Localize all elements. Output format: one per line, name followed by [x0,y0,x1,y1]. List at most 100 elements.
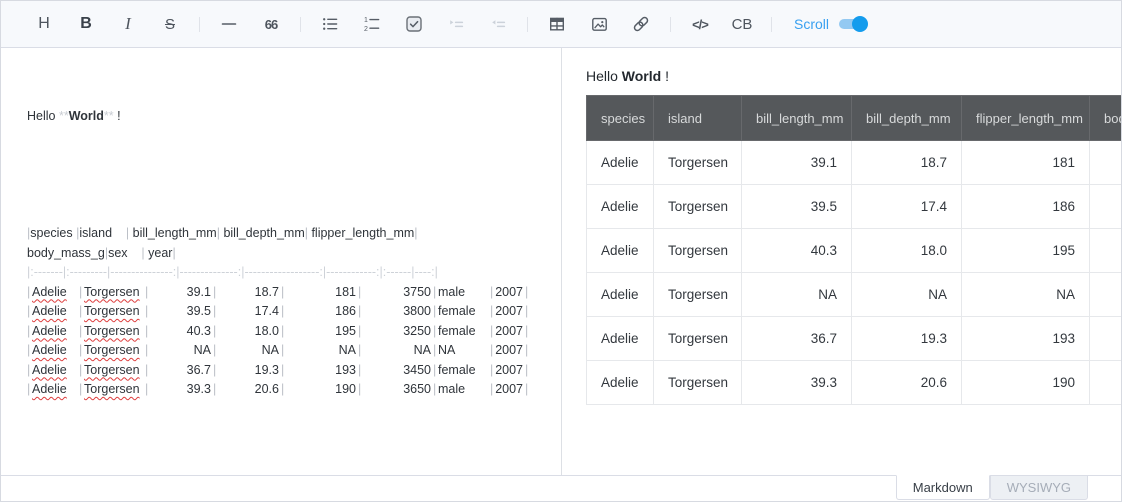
preview-table-row: AdelieTorgersen40.318.01953250female2007 [587,229,1122,273]
preview-table-header-row: speciesislandbill_length_mmbill_depth_mm… [587,96,1122,141]
md-cell-value: 2007 [495,304,523,318]
toolbar-buttons: HBIS 66 12 </> CB [23,8,780,40]
misspelled-word: Torgersen [84,285,140,299]
bold-delimiter-close: ** [104,109,114,123]
md-table-cell: female [437,302,490,322]
preview-table-cell: Torgersen [654,185,742,229]
preview-table-cell: 3800 [1090,185,1122,229]
preview-table-cell: NA [1090,273,1122,317]
md-table-header-line-2: body_mass_g|sex | year| [27,244,551,264]
md-table-cell: 2007 [494,361,525,381]
md-table-cell: 2007 [494,283,525,303]
hello-bold-word: World [69,109,104,123]
markdown-pane[interactable]: Hello **World** ! |species |island | bil… [1,48,562,475]
md-table-row: |Adelie|Torgersen|40.3|18.0|195|3250|fem… [27,322,551,342]
md-cell-value: 186 [335,304,356,318]
scroll-sync-toggle[interactable] [839,19,866,29]
task-list-button[interactable] [398,8,430,40]
md-table-cell: 39.5 [149,302,213,322]
md-pipe: | [525,283,529,303]
preview-table-row: AdelieTorgersen39.517.41863800female2007 [587,185,1122,229]
preview-hello-line: Hello World ! [586,68,1121,84]
md-pipe: | [525,380,529,400]
toolbar-divider [199,17,200,32]
preview-table-cell: 181 [962,141,1090,185]
md-table-cell: NA [285,341,358,361]
md-table-cell: 3250 [362,322,433,342]
bold-delimiter-open: ** [59,109,69,123]
md-pipe: | [172,246,175,260]
md-table-cell: 2007 [494,322,525,342]
md-cell-value: 190 [335,382,356,396]
preview-table-cell: Adelie [587,229,654,273]
md-table-cell: NA [362,341,433,361]
tab-markdown[interactable]: Markdown [896,475,990,500]
markdown-blank-line [27,166,551,186]
code-button[interactable]: </> [684,8,716,40]
preview-table-cell: 39.1 [742,141,852,185]
md-cell-value: 3250 [403,324,431,338]
preview-table-cell: NA [852,273,962,317]
preview-table-cell: Torgersen [654,317,742,361]
md-table-separator-line: |:-------|:---------|---------------:|--… [27,263,551,283]
md-cell-value: 40.3 [187,324,211,338]
md-pipe: | [217,226,220,240]
bold-button[interactable]: B [70,8,102,40]
column-header-body_mass_g: body_mass_g [1090,96,1122,141]
md-cell-value: 3800 [403,304,431,318]
md-cell-value: 17.4 [255,304,279,318]
md-cell-value: 3450 [403,363,431,377]
md-table-cell: 36.7 [149,361,213,381]
md-table-cell: female [437,322,490,342]
italic-button[interactable]: I [112,8,144,40]
toolbar-divider [670,17,671,32]
md-table-cell: NA [437,341,490,361]
md-table-row: |Adelie|Torgersen|39.5|17.4|186|3800|fem… [27,302,551,322]
scroll-sync: Scroll [794,16,866,32]
md-cell-value: 39.3 [187,382,211,396]
md-pipe: | [305,226,308,240]
codeblock-button[interactable]: CB [726,8,758,40]
md-table-cell: 3450 [362,361,433,381]
preview-table-cell: 20.6 [852,361,962,405]
preview-table-cell: NA [742,273,852,317]
heading-button[interactable]: H [28,8,60,40]
strike-button[interactable]: S [154,8,186,40]
mode-switch-bar: Markdown WYSIWYG [1,475,1121,501]
md-table-cell: Adelie [31,322,79,342]
md-cell-value: 39.1 [187,285,211,299]
md-table-cell: Torgersen [83,361,145,381]
md-pipe: | [76,226,79,240]
md-table-cell: 190 [285,380,358,400]
misspelled-word: Adelie [32,324,67,338]
image-button[interactable] [583,8,615,40]
preview-table-cell: Adelie [587,361,654,405]
ordered-list-button[interactable]: 12 [356,8,388,40]
bullet-list-button[interactable] [314,8,346,40]
md-cell-value: female [438,363,476,377]
preview-table-cell: Adelie [587,317,654,361]
md-table-cell: male [437,380,490,400]
md-cell-value: 193 [335,363,356,377]
link-button[interactable] [625,8,657,40]
md-pipe: | [525,322,529,342]
quote-button[interactable]: 66 [255,8,287,40]
table-button[interactable] [541,8,573,40]
md-cell-value: 195 [335,324,356,338]
md-table-cell: 3750 [362,283,433,303]
tab-wysiwyg[interactable]: WYSIWYG [990,475,1088,500]
md-table-cell: Adelie [31,380,79,400]
preview-table-cell: 190 [962,361,1090,405]
md-table-cell: NA [217,341,281,361]
hello-text: Hello [27,109,59,123]
md-cell-value: NA [194,343,211,357]
outdent-button [482,8,514,40]
toolbar-divider [527,17,528,32]
md-table-cell: 19.3 [217,361,281,381]
preview-table-row: AdelieTorgersenNANANANANA2007 [587,273,1122,317]
md-table-cell: Adelie [31,302,79,322]
md-cell-value: 2007 [495,363,523,377]
preview-table-row: AdelieTorgersen39.320.61903650male2007 [587,361,1122,405]
preview-table-cell: 39.3 [742,361,852,405]
horizontal-rule-button[interactable] [213,8,245,40]
